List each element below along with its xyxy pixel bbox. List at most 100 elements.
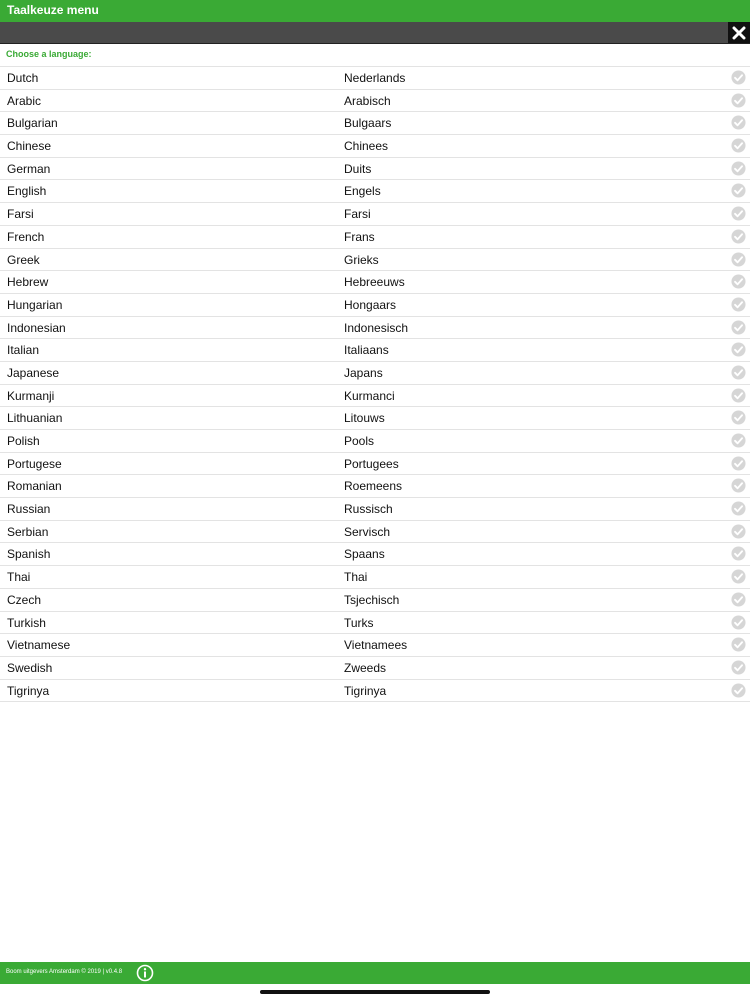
check-circle-icon[interactable] <box>731 138 746 153</box>
check-circle-icon[interactable] <box>731 274 746 289</box>
check-circle-icon[interactable] <box>731 501 746 516</box>
check-circle-icon[interactable] <box>731 183 746 198</box>
language-row-greek[interactable]: Greek Grieks <box>0 249 750 272</box>
language-name-english: Polish <box>7 434 40 448</box>
language-name-dutch: Duits <box>344 161 372 176</box>
language-name-dutch: Arabisch <box>344 93 391 108</box>
language-name-dutch: Servisch <box>344 524 391 539</box>
check-circle-icon[interactable] <box>731 342 746 357</box>
language-row-tigrinya[interactable]: Tigrinya Tigrinya <box>0 680 750 703</box>
check-circle-icon[interactable] <box>731 478 746 493</box>
info-icon[interactable] <box>136 964 154 982</box>
home-indicator <box>260 990 490 994</box>
check-circle-icon[interactable] <box>731 365 746 380</box>
language-name-dutch: Indonesisch <box>344 320 409 335</box>
language-row-polish[interactable]: Polish Pools <box>0 430 750 453</box>
check-circle-icon[interactable] <box>731 546 746 561</box>
language-name-dutch: Russisch <box>344 502 393 517</box>
language-name-english: German <box>7 161 51 176</box>
language-row-russian[interactable]: Russian Russisch <box>0 498 750 521</box>
language-row-arabic[interactable]: Arabic Arabisch <box>0 90 750 113</box>
language-row-french[interactable]: French Frans <box>0 226 750 249</box>
language-row-swedish[interactable]: Swedish Zweeds <box>0 657 750 680</box>
language-row-lithuanian[interactable]: Lithuanian Litouws <box>0 407 750 430</box>
check-circle-icon[interactable] <box>731 206 746 221</box>
check-circle-icon[interactable] <box>731 297 746 312</box>
check-circle-icon[interactable] <box>731 592 746 607</box>
language-name-english: Thai <box>7 570 31 585</box>
check-circle-icon[interactable] <box>731 660 746 675</box>
check-circle-icon[interactable] <box>731 70 746 85</box>
title-bar: Taalkeuze menu <box>0 0 750 22</box>
language-name-dutch: Hebreeuws <box>344 275 405 290</box>
language-row-farsi[interactable]: Farsi Farsi <box>0 203 750 226</box>
language-name-dutch: Japans <box>344 365 383 380</box>
language-row-vietnamese[interactable]: Vietnamese Vietnamees <box>0 634 750 657</box>
language-name-english: Portugese <box>7 456 62 471</box>
language-row-english[interactable]: English Engels <box>0 180 750 204</box>
language-row-czech[interactable]: Czech Tsjechisch <box>0 589 750 612</box>
check-circle-icon[interactable] <box>731 683 746 698</box>
check-circle-icon[interactable] <box>731 93 746 108</box>
close-button[interactable] <box>728 22 750 43</box>
check-circle-icon[interactable] <box>731 229 746 244</box>
check-circle-icon[interactable] <box>731 433 746 448</box>
language-row-indonesian[interactable]: Indonesian Indonesisch <box>0 317 750 340</box>
check-circle-icon[interactable] <box>731 569 746 584</box>
language-name-english: Japanese <box>7 365 60 380</box>
language-name-dutch: Kurmanci <box>344 388 395 403</box>
language-name-english: Tigrinya <box>7 683 50 698</box>
language-name-english: Czech <box>7 592 42 607</box>
check-circle-icon[interactable] <box>731 524 746 539</box>
language-name-english: Hungarian <box>7 297 63 312</box>
close-icon <box>732 26 746 39</box>
language-row-bulgarian[interactable]: Bulgarian Bulgaars <box>0 112 750 136</box>
check-circle-icon[interactable] <box>731 637 746 652</box>
language-name-english: French <box>7 229 45 244</box>
footer: Boom uitgevers Amsterdam © 2019 | v0.4.8 <box>0 962 750 984</box>
language-row-thai[interactable]: Thai Thai <box>0 566 750 589</box>
language-name-english: Greek <box>7 252 40 267</box>
language-name-dutch: Frans <box>344 229 375 244</box>
language-row-chinese[interactable]: Chinese Chinees <box>0 135 750 158</box>
check-circle-icon[interactable] <box>731 320 746 335</box>
check-circle-icon[interactable] <box>731 388 746 403</box>
check-circle-icon[interactable] <box>731 251 746 267</box>
language-row-spanish[interactable]: Spanish Spaans <box>0 543 750 567</box>
language-name-dutch: Nederlands <box>344 71 406 85</box>
language-name-dutch: Portugees <box>344 456 399 471</box>
language-row-dutch[interactable]: Dutch Nederlands <box>0 67 750 90</box>
language-name-dutch: Farsi <box>344 207 371 222</box>
language-name-dutch: Turks <box>344 615 374 630</box>
language-name-english: English <box>7 184 47 199</box>
language-name-english: Chinese <box>7 139 52 154</box>
language-row-romanian[interactable]: Romanian Roemeens <box>0 475 750 499</box>
language-row-italian[interactable]: Italian Italiaans <box>0 339 750 362</box>
language-prompt: Choose a language: <box>6 49 92 59</box>
check-circle-icon[interactable] <box>731 161 746 176</box>
language-list: Dutch Nederlands Arabic Arabisch Bulgarian Bu… <box>0 66 750 703</box>
language-row-hungarian[interactable]: Hungarian Hongaars <box>0 294 750 317</box>
language-name-english: Indonesian <box>7 320 66 335</box>
language-row-kurmanji[interactable]: Kurmanji Kurmanci <box>0 385 750 408</box>
language-row-turkish[interactable]: Turkish Turks <box>0 612 750 635</box>
language-name-english: Bulgarian <box>7 116 58 131</box>
check-circle-icon[interactable] <box>731 410 746 425</box>
language-name-english: Romanian <box>7 479 62 494</box>
language-name-dutch: Vietnamees <box>344 638 408 653</box>
language-row-serbian[interactable]: Serbian Servisch <box>0 521 750 544</box>
language-name-dutch: Engels <box>344 184 381 199</box>
language-row-hebrew[interactable]: Hebrew Hebreeuws <box>0 271 750 294</box>
language-name-dutch: Litouws <box>344 411 385 426</box>
language-row-japanese[interactable]: Japanese Japans <box>0 362 750 385</box>
language-name-dutch: Zweeds <box>344 660 387 675</box>
language-row-portugese[interactable]: Portugese Portugees <box>0 453 750 476</box>
language-row-german[interactable]: German Duits <box>0 158 750 181</box>
check-circle-icon[interactable] <box>731 456 746 471</box>
language-name-dutch: Thai <box>344 570 368 585</box>
language-name-english: Spanish <box>7 547 51 562</box>
check-circle-icon[interactable] <box>731 614 746 630</box>
language-name-english: Russian <box>7 502 51 517</box>
language-name-dutch: Tsjechisch <box>344 592 400 607</box>
check-circle-icon[interactable] <box>731 115 746 130</box>
